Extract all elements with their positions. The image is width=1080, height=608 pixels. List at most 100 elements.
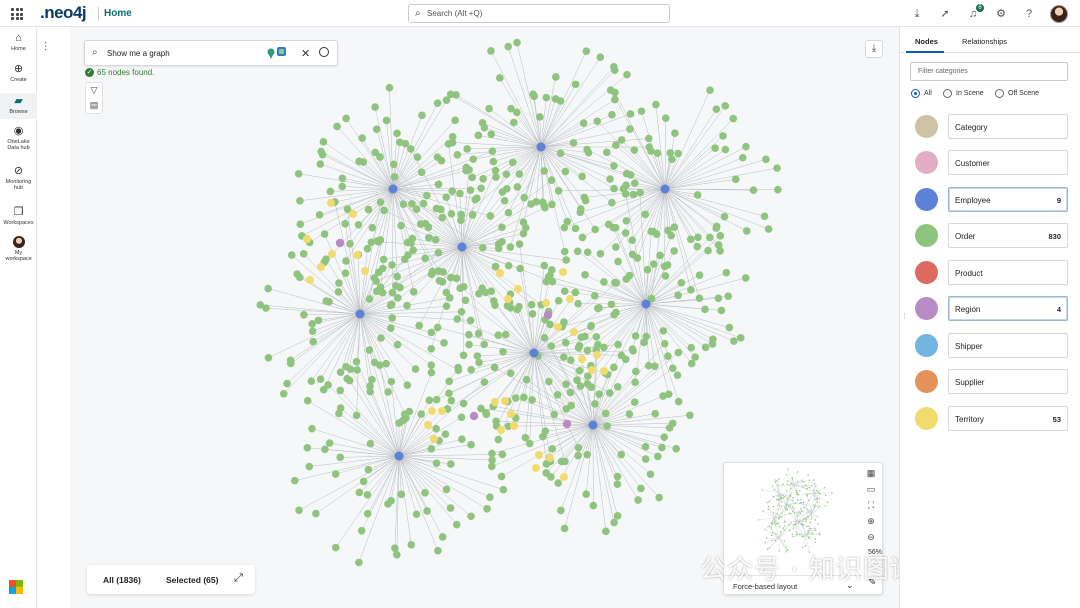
- order-node[interactable]: [617, 450, 626, 459]
- order-node[interactable]: [353, 366, 361, 374]
- order-node[interactable]: [659, 327, 668, 335]
- order-node[interactable]: [631, 378, 639, 387]
- order-node[interactable]: [403, 301, 411, 310]
- order-node[interactable]: [388, 314, 396, 322]
- order-node[interactable]: [296, 196, 304, 205]
- order-node[interactable]: [613, 480, 622, 489]
- order-node[interactable]: [305, 462, 314, 471]
- employee-node[interactable]: [394, 451, 404, 461]
- order-node[interactable]: [540, 167, 549, 175]
- order-node[interactable]: [511, 394, 520, 402]
- order-node[interactable]: [556, 149, 565, 158]
- order-node[interactable]: [331, 543, 340, 552]
- order-node[interactable]: [393, 272, 401, 281]
- order-node[interactable]: [622, 169, 631, 178]
- order-node[interactable]: [610, 66, 619, 74]
- nav-workspaces[interactable]: ❐ Workspaces: [0, 206, 37, 226]
- order-node[interactable]: [334, 288, 343, 296]
- order-node[interactable]: [459, 351, 468, 360]
- order-node[interactable]: [473, 352, 482, 360]
- order-node[interactable]: [730, 337, 738, 345]
- order-node[interactable]: [419, 199, 428, 208]
- order-node[interactable]: [611, 88, 619, 97]
- employee-node[interactable]: [388, 184, 398, 194]
- order-node[interactable]: [453, 315, 462, 323]
- order-node[interactable]: [417, 168, 426, 177]
- order-node[interactable]: [610, 95, 619, 104]
- order-node[interactable]: [596, 250, 605, 258]
- order-node[interactable]: [423, 191, 431, 200]
- order-node[interactable]: [447, 210, 456, 218]
- territory-node[interactable]: [554, 323, 562, 331]
- order-node[interactable]: [614, 257, 622, 266]
- order-node[interactable]: [508, 158, 517, 167]
- territory-node[interactable]: [510, 422, 518, 430]
- bell-icon[interactable]: ♫ 6: [966, 3, 984, 21]
- order-node[interactable]: [634, 496, 642, 504]
- order-node[interactable]: [371, 103, 379, 111]
- order-node[interactable]: [613, 383, 622, 391]
- category-row[interactable]: Category: [915, 114, 1070, 140]
- order-node[interactable]: [442, 193, 451, 201]
- order-node[interactable]: [375, 361, 384, 370]
- order-node[interactable]: [474, 289, 483, 298]
- category-box[interactable]: Customer: [948, 150, 1068, 175]
- order-node[interactable]: [421, 254, 429, 263]
- order-node[interactable]: [315, 211, 324, 219]
- fit-icon[interactable]: ⛶: [864, 497, 878, 513]
- order-node[interactable]: [608, 110, 616, 119]
- order-node[interactable]: [499, 485, 508, 494]
- order-node[interactable]: [303, 396, 312, 405]
- neo4j-logo[interactable]: .neo4j: [40, 3, 87, 23]
- order-node[interactable]: [368, 223, 377, 232]
- order-node[interactable]: [724, 292, 733, 300]
- order-node[interactable]: [433, 323, 442, 332]
- order-node[interactable]: [583, 248, 592, 257]
- order-node[interactable]: [365, 346, 374, 354]
- order-node[interactable]: [333, 122, 341, 131]
- order-node[interactable]: [617, 136, 626, 144]
- category-row[interactable]: Product: [915, 260, 1070, 286]
- order-node[interactable]: [512, 108, 521, 117]
- order-node[interactable]: [335, 279, 343, 287]
- order-node[interactable]: [363, 244, 372, 253]
- order-node[interactable]: [626, 110, 635, 118]
- order-node[interactable]: [389, 160, 398, 169]
- order-node[interactable]: [610, 162, 618, 170]
- order-node[interactable]: [500, 196, 509, 205]
- category-color-swatch[interactable]: [915, 151, 938, 174]
- order-node[interactable]: [630, 398, 639, 407]
- order-node[interactable]: [677, 278, 686, 287]
- order-node[interactable]: [338, 174, 347, 183]
- order-node[interactable]: [611, 141, 620, 149]
- download-icon[interactable]: ⤓: [910, 7, 924, 21]
- order-node[interactable]: [668, 364, 677, 373]
- order-node[interactable]: [661, 272, 670, 280]
- order-node[interactable]: [579, 119, 588, 127]
- order-node[interactable]: [628, 236, 637, 245]
- territory-node[interactable]: [570, 328, 578, 336]
- order-node[interactable]: [571, 224, 580, 233]
- order-node[interactable]: [461, 296, 470, 305]
- order-node[interactable]: [368, 375, 376, 384]
- order-node[interactable]: [711, 144, 719, 153]
- territory-node[interactable]: [303, 235, 311, 243]
- order-node[interactable]: [497, 472, 506, 481]
- order-node[interactable]: [583, 380, 592, 388]
- order-node[interactable]: [444, 140, 453, 148]
- order-node[interactable]: [528, 310, 537, 318]
- employee-node[interactable]: [660, 184, 670, 194]
- order-node[interactable]: [686, 235, 695, 244]
- territory-node[interactable]: [424, 421, 432, 429]
- employee-node[interactable]: [529, 348, 539, 358]
- order-node[interactable]: [409, 288, 418, 296]
- employee-node[interactable]: [355, 309, 365, 319]
- order-node[interactable]: [378, 288, 387, 297]
- order-node[interactable]: [687, 286, 695, 294]
- order-node[interactable]: [391, 544, 399, 552]
- order-node[interactable]: [647, 227, 656, 236]
- order-node[interactable]: [553, 390, 562, 399]
- order-node[interactable]: [708, 340, 717, 348]
- order-node[interactable]: [749, 186, 758, 194]
- order-node[interactable]: [574, 444, 583, 452]
